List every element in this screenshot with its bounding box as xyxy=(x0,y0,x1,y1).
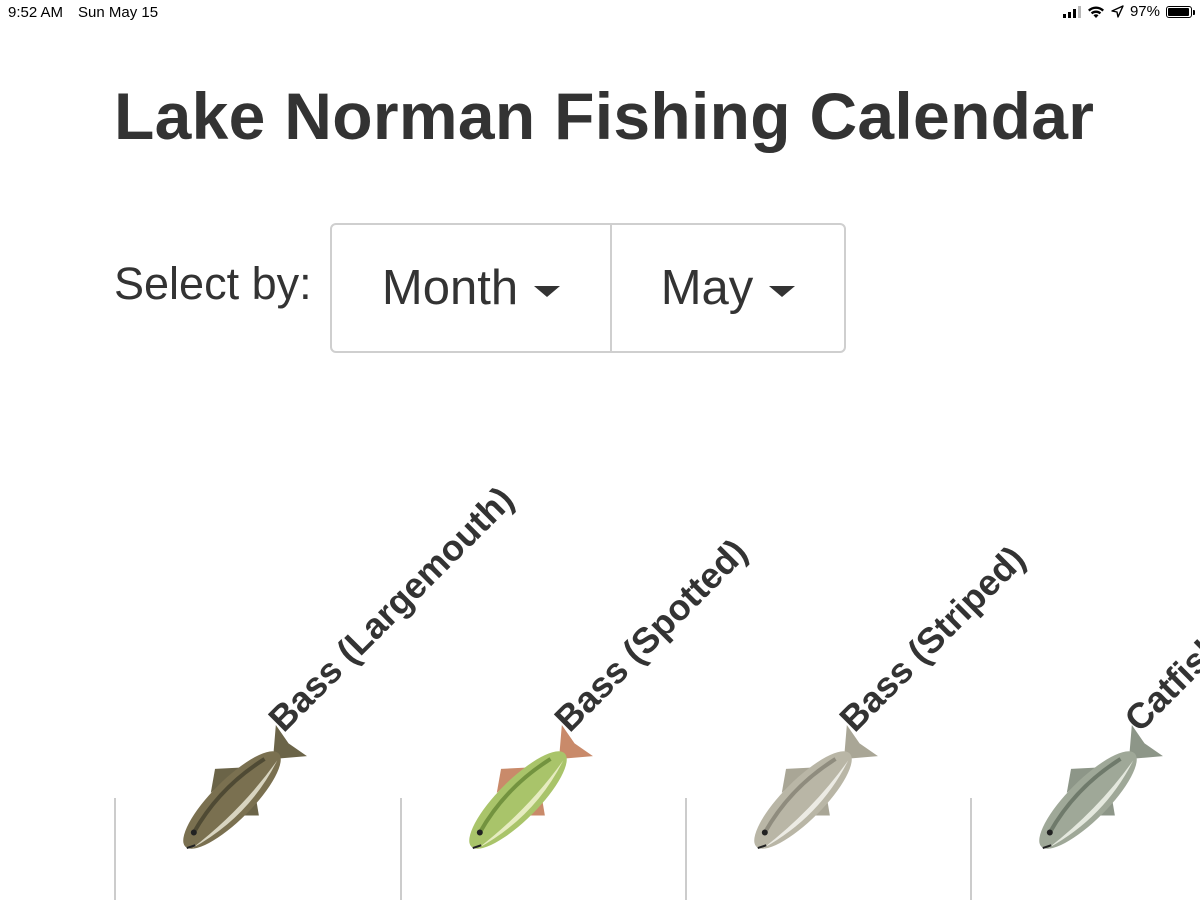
select-mode-dropdown[interactable]: Month xyxy=(332,225,612,351)
fish-column[interactable]: Bass (Largemouth) xyxy=(114,410,521,900)
fish-column[interactable]: Catfish xyxy=(970,410,1200,900)
status-bar: 9:52 AM Sun May 15 97% xyxy=(0,0,1200,26)
spotted-bass-image xyxy=(469,725,593,850)
status-time: 9:52 AM xyxy=(8,4,64,21)
striped-bass-image xyxy=(754,725,878,850)
fish-column[interactable]: Bass (Spotted) xyxy=(400,410,755,900)
battery-icon xyxy=(1166,5,1195,18)
select-mode-value: Month xyxy=(381,261,519,315)
status-icons: 97% xyxy=(1062,3,1195,20)
column-divider xyxy=(970,798,972,900)
status-date: Sun May 15 xyxy=(78,4,159,21)
column-divider xyxy=(685,798,687,900)
caret-down-icon xyxy=(534,285,561,297)
wifi-icon xyxy=(1087,6,1104,18)
page-title: Lake Norman Fishing Calendar xyxy=(114,79,1095,153)
battery-level xyxy=(1168,7,1190,16)
location-arrow-icon xyxy=(1111,5,1124,18)
cellular-signal-icon xyxy=(1062,5,1081,18)
caret-down-icon xyxy=(769,285,796,297)
select-by-label: Select by: xyxy=(114,258,312,309)
select-by-control: Month May xyxy=(330,223,846,353)
select-month-value: May xyxy=(660,261,754,315)
largemouth-bass-image xyxy=(183,725,307,850)
fish-column[interactable]: Bass (Striped) xyxy=(685,410,1033,900)
column-divider xyxy=(114,798,116,900)
catfish-image xyxy=(1039,725,1163,850)
battery-percent: 97% xyxy=(1129,3,1160,20)
select-month-dropdown[interactable]: May xyxy=(612,225,844,351)
column-divider xyxy=(400,798,402,900)
